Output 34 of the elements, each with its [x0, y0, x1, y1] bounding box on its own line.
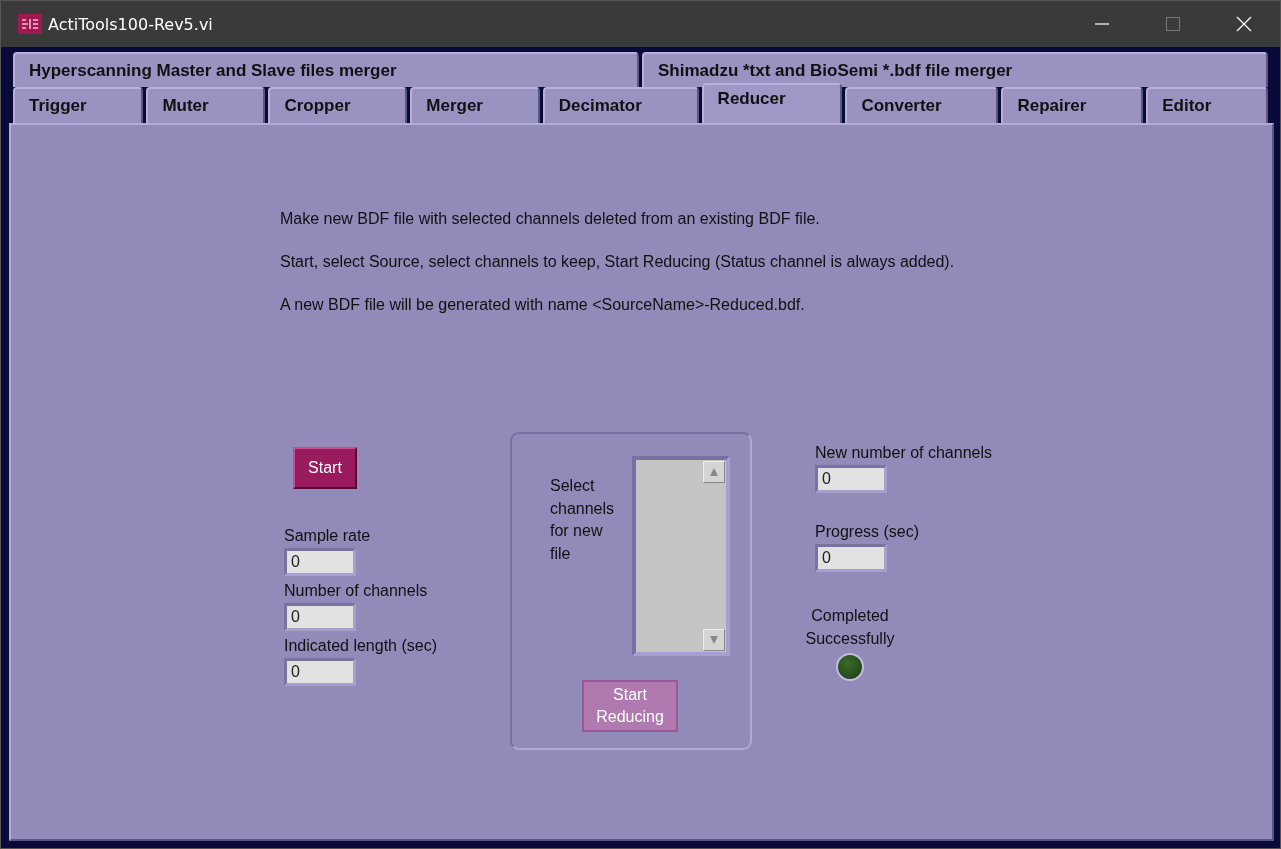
tab[interactable]: Merger [410, 87, 540, 123]
instruction-text: Make new BDF file with selected channels deleted from an existing BDF file. [280, 209, 821, 229]
window-title: ActiTools100-Rev5.vi [48, 14, 213, 34]
tab[interactable]: Shimadzu *txt and BioSemi *.bdf file merger [642, 52, 1268, 87]
field-label: Sample rate [284, 527, 372, 545]
tab[interactable]: Cropper [268, 87, 408, 123]
maximize-icon[interactable] [1165, 16, 1181, 32]
numeric-field[interactable]: 0 [815, 465, 887, 493]
instruction-text: Start, select Source, select channels to keep, Start Reducing (Status channel is always added). [280, 252, 956, 272]
numeric-field[interactable]: 0 [815, 544, 887, 572]
field-label: Progress (sec) [815, 523, 921, 541]
tab[interactable]: Repairer [1001, 87, 1144, 123]
numeric-field[interactable]: 0 [284, 658, 356, 686]
channel-listbox[interactable] [632, 456, 730, 656]
scroll-down-icon[interactable] [703, 629, 725, 651]
start-button[interactable]: Start [293, 447, 357, 489]
scroll-up-icon[interactable] [703, 461, 725, 483]
instruction-text: A new BDF file will be generated with name <SourceName>-Reduced.bdf. [280, 295, 806, 315]
field-label: New number of channels [815, 444, 992, 462]
tab[interactable]: Editor [1146, 87, 1269, 123]
numeric-field[interactable]: 0 [284, 603, 356, 631]
tab[interactable]: Decimator [542, 87, 699, 123]
close-icon[interactable] [1236, 16, 1252, 32]
tab[interactable]: Hyperscanning Master and Slave files merger [13, 52, 639, 87]
field-label: Number of channels [284, 582, 429, 600]
app-logo-icon [18, 14, 42, 34]
tab[interactable]: Trigger [13, 87, 144, 123]
tab[interactable]: Muter [146, 87, 266, 123]
tab[interactable]: Converter [845, 87, 999, 123]
tab[interactable]: Reducer [701, 83, 843, 123]
indicator-label: Completed Successfully [804, 606, 896, 649]
numeric-field[interactable]: 0 [284, 548, 356, 576]
field-label: Indicated length (sec) [284, 637, 438, 655]
listbox-label: Select channels for new file [550, 476, 616, 564]
